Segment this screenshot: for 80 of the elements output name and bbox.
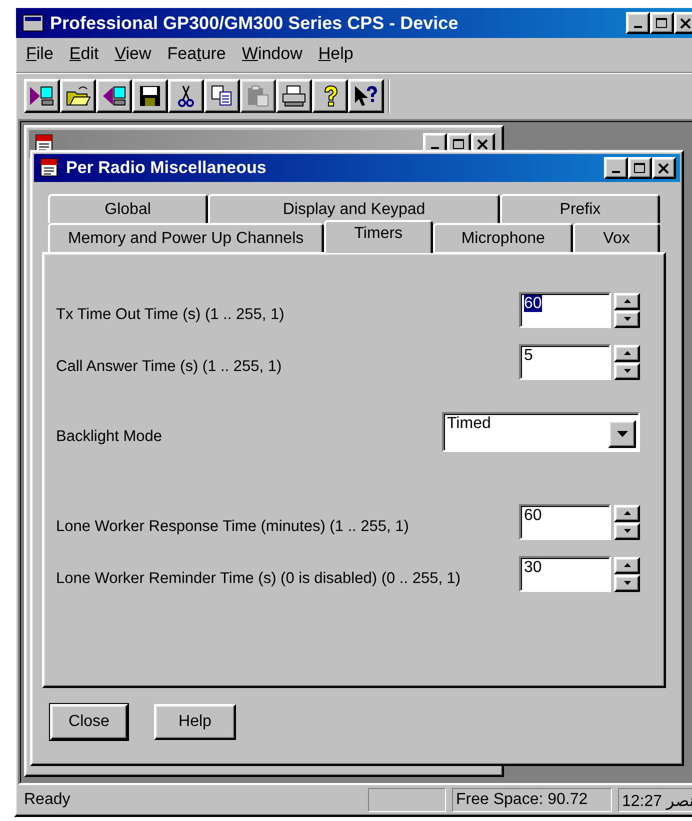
pointer-question-icon [353, 84, 379, 108]
up-arrow-icon [624, 299, 630, 303]
window-title: Professional GP300/GM300 Series CPS - Device [50, 12, 460, 34]
arrow-computer-icon [101, 84, 127, 108]
minimize-button[interactable] [604, 157, 628, 179]
spin-up-button[interactable] [614, 344, 640, 362]
number-field[interactable]: 60 [519, 504, 611, 540]
maximize-icon [656, 18, 668, 28]
spin-up-button[interactable] [614, 504, 640, 522]
tab[interactable]: Timers [324, 220, 434, 253]
maximize-button[interactable] [628, 157, 652, 179]
number-field[interactable]: 60 [519, 292, 611, 328]
window-app-icon [22, 13, 44, 33]
down-arrow-icon [616, 431, 628, 437]
close-button[interactable] [652, 157, 676, 179]
toolbar-button[interactable] [132, 79, 168, 113]
spin-down-button[interactable] [614, 574, 640, 592]
menu-item[interactable]: View [108, 42, 158, 66]
field-label: Backlight Mode [56, 427, 162, 446]
toolbar-button[interactable] [60, 79, 96, 113]
minimize-icon [612, 171, 620, 173]
tab[interactable]: Display and Keypad [208, 194, 500, 223]
folder-icon [65, 84, 91, 108]
menu-item[interactable]: File [20, 42, 60, 66]
toolbar-button[interactable] [96, 79, 132, 113]
toolbar-button[interactable] [312, 79, 348, 113]
minimize-button[interactable] [626, 12, 650, 34]
toolbar-button[interactable] [276, 79, 312, 113]
number-field[interactable]: 5 [519, 344, 611, 380]
menu-item[interactable]: Edit [63, 42, 105, 66]
arrow-computer-icon [29, 84, 55, 108]
toolbar-button[interactable] [24, 79, 60, 113]
toolbar-button[interactable] [168, 79, 204, 113]
menu-item[interactable]: Feature [161, 42, 232, 66]
down-arrow-icon [624, 529, 630, 533]
minimize-icon [431, 147, 439, 149]
tab[interactable]: Vox [573, 223, 660, 252]
tab[interactable]: Microphone [433, 223, 574, 252]
status-pane: Free Space: 90.72 [452, 788, 612, 812]
document-icon [40, 158, 60, 178]
field-label: Tx Time Out Time (s) (1 .. 255, 1) [56, 305, 284, 324]
menu-item[interactable]: Window [236, 42, 308, 66]
dialog-title: Per Radio Miscellaneous [66, 158, 268, 178]
maximize-button[interactable] [650, 12, 674, 34]
up-arrow-icon [624, 511, 630, 515]
tab[interactable]: Prefix [500, 194, 660, 223]
spin-down-button[interactable] [614, 362, 640, 380]
dialog-button[interactable]: Close [50, 704, 128, 740]
close-button[interactable] [674, 12, 692, 34]
field-label: Lone Worker Reminder Time (s) (0 is disabled) (0 .. 255, 1) [56, 569, 461, 588]
tab[interactable]: Global [48, 194, 208, 223]
number-field[interactable]: 30 [519, 556, 611, 592]
toolbar-button[interactable] [348, 79, 384, 113]
close-icon [680, 18, 692, 28]
minimize-icon [634, 26, 642, 28]
dropdown-button[interactable] [608, 420, 636, 448]
field-label: Call Answer Time (s) (1 .. 255, 1) [56, 357, 282, 376]
field-label: Lone Worker Response Time (minutes) (1 .. 255, 1) [56, 517, 409, 536]
close-icon [658, 162, 670, 174]
status-message: Ready [23, 791, 72, 809]
up-arrow-icon [624, 351, 630, 355]
down-arrow-icon [624, 369, 630, 373]
spin-down-button[interactable] [614, 522, 640, 540]
down-arrow-icon [624, 581, 630, 585]
clipboard-icon [245, 84, 271, 108]
up-arrow-icon [624, 563, 630, 567]
maximize-icon [634, 162, 646, 174]
menu-item[interactable]: Help [312, 42, 360, 66]
dialog-button[interactable]: Help [154, 704, 236, 740]
maximize-icon [453, 138, 465, 150]
tab[interactable]: Memory and Power Up Channels [48, 223, 324, 252]
status-pane: 12:27 نصر [618, 788, 692, 812]
spin-down-button[interactable] [614, 310, 640, 328]
spin-up-button[interactable] [614, 556, 640, 574]
printer-icon [281, 84, 307, 108]
dropdown-field[interactable]: Timed [442, 412, 640, 452]
close-icon [477, 138, 489, 150]
spin-up-button[interactable] [614, 292, 640, 310]
down-arrow-icon [624, 317, 630, 321]
toolbar-button[interactable] [204, 79, 240, 113]
